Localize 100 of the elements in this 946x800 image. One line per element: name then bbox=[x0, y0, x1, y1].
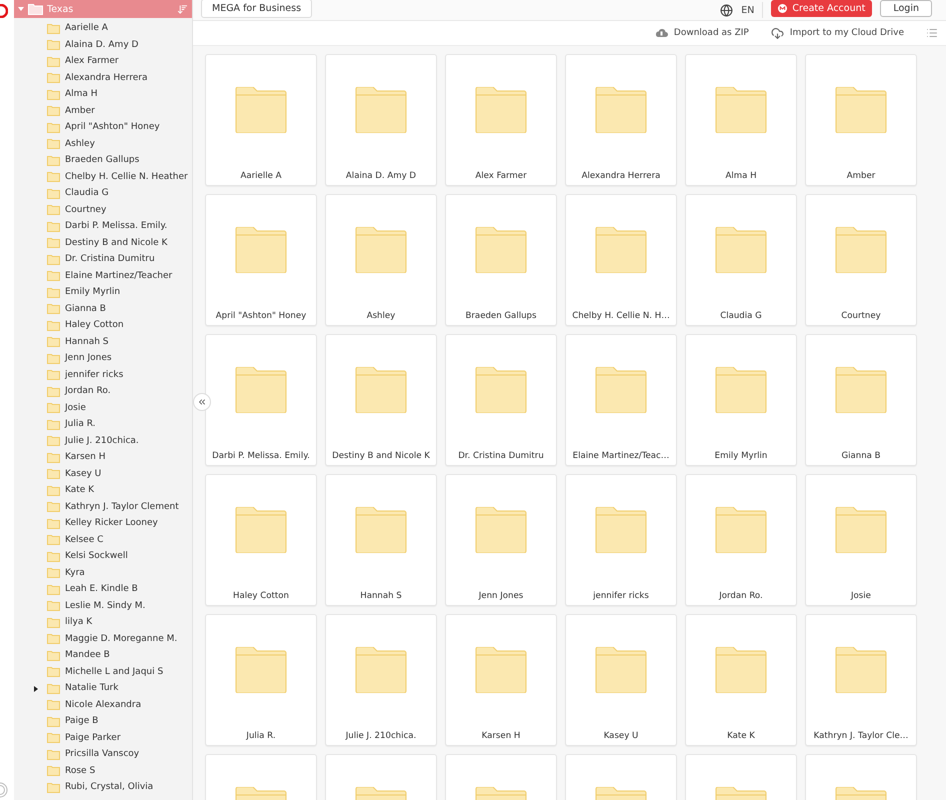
tree-item[interactable]: lilya K bbox=[14, 614, 192, 630]
tree-item[interactable]: Alex Farmer bbox=[14, 53, 192, 70]
tree-item[interactable]: Alexandra Herrera bbox=[14, 70, 192, 86]
folder-card[interactable]: Kate K bbox=[685, 614, 797, 746]
tree-item[interactable]: Paige Parker bbox=[14, 730, 192, 746]
logo-icon bbox=[778, 4, 788, 13]
tree-item[interactable]: Rubi, Crystal, Olivia bbox=[14, 779, 192, 796]
folder-card[interactable]: Kasey U bbox=[565, 614, 677, 746]
tree-item[interactable]: April "Ashton" Honey bbox=[14, 119, 192, 136]
folder-card[interactable]: Amber bbox=[805, 54, 917, 186]
tree-item[interactable]: Rose S bbox=[14, 762, 192, 779]
folder-card[interactable]: Aarielle A bbox=[205, 54, 317, 186]
tree-item[interactable]: Alaina D. Amy D bbox=[14, 36, 192, 53]
sort-icon[interactable] bbox=[177, 4, 188, 14]
tree-item[interactable]: Chelby H. Cellie N. Heather bbox=[14, 168, 192, 185]
tree-item[interactable]: Courtney bbox=[14, 202, 192, 218]
folder-card[interactable]: Jordan Ro. bbox=[685, 474, 797, 606]
tree-item[interactable]: Kathryn J. Taylor Clement bbox=[14, 498, 192, 515]
tree-item[interactable]: Leslie M. Sindy M. bbox=[14, 598, 192, 614]
tree-item[interactable]: Paige B bbox=[14, 713, 192, 730]
folder-icon bbox=[47, 39, 60, 50]
folder-card[interactable]: Julie J. 210chica. bbox=[325, 614, 437, 746]
tree-item[interactable]: Claudia G bbox=[14, 185, 192, 202]
tree-item[interactable]: Michelle L and Jaqui S bbox=[14, 664, 192, 680]
tree-item[interactable]: Kelsi Sockwell bbox=[14, 548, 192, 564]
folder-icon bbox=[595, 507, 647, 553]
tree-item[interactable]: Karsen H bbox=[14, 449, 192, 466]
folder-card[interactable]: Hannah S bbox=[325, 474, 437, 606]
folder-name: jennifer ricks bbox=[593, 591, 649, 601]
folder-card[interactable]: Dr. Cristina Dumitru bbox=[445, 334, 557, 466]
tree-item[interactable]: Kelley Ricker Looney bbox=[14, 515, 192, 532]
folder-card[interactable]: Ashley bbox=[325, 194, 437, 326]
tree-item[interactable]: Jenn Jones bbox=[14, 350, 192, 366]
tree-item[interactable]: Gianna B bbox=[14, 300, 192, 317]
folder-card[interactable]: Elaine Martinez/Teac… bbox=[565, 334, 677, 466]
tree-item[interactable]: Ashley bbox=[14, 136, 192, 152]
tree-item[interactable]: Elaine Martinez/Teacher bbox=[14, 268, 192, 284]
folder-card[interactable]: jennifer ricks bbox=[565, 474, 677, 606]
globe-icon[interactable] bbox=[720, 4, 734, 16]
folder-card[interactable]: Chelby H. Cellie N. H… bbox=[565, 194, 677, 326]
folder-card[interactable]: April "Ashton" Honey bbox=[205, 194, 317, 326]
toolbar-action[interactable]: Download as ZIP bbox=[654, 28, 749, 38]
folder-card[interactable]: Julia R. bbox=[205, 614, 317, 746]
tree-item[interactable]: Mandee B bbox=[14, 647, 192, 664]
folder-name: Gianna B bbox=[841, 451, 881, 461]
folder-icon bbox=[47, 468, 60, 480]
folder-card[interactable]: Braeden Gallups bbox=[445, 194, 557, 326]
tree-item[interactable]: Pricsilla Vanscoy bbox=[14, 746, 192, 762]
business-button[interactable]: MEGA for Business bbox=[201, 0, 312, 18]
folder-icon bbox=[355, 87, 407, 133]
folder-card[interactable]: Karsen H bbox=[445, 614, 557, 746]
tree-item[interactable]: Darbi P. Melissa. Emily. bbox=[14, 218, 192, 234]
folder-card[interactable]: Alex Farmer bbox=[445, 54, 557, 186]
expand-arrow-icon[interactable] bbox=[34, 686, 38, 692]
language-label[interactable]: EN bbox=[741, 4, 754, 16]
folder-card[interactable]: Claudia G bbox=[685, 194, 797, 326]
tree-item[interactable]: Kate K bbox=[14, 482, 192, 498]
folder-card[interactable]: Jenn Jones bbox=[445, 474, 557, 606]
tree-item[interactable]: Amber bbox=[14, 102, 192, 119]
toolbar-action[interactable]: Import to my Cloud Drive bbox=[770, 26, 904, 40]
folder-name: Jordan Ro. bbox=[719, 591, 763, 601]
tree-item[interactable]: Aarielle A bbox=[14, 20, 192, 36]
tree-item[interactable]: Emily Myrlin bbox=[14, 284, 192, 300]
folder-card[interactable]: Destiny B and Nicole K bbox=[325, 334, 437, 466]
folder-name: April "Ashton" Honey bbox=[216, 311, 306, 321]
tree-item[interactable]: Kasey U bbox=[14, 466, 192, 482]
tree-item[interactable]: Dr. Cristina Dumitru bbox=[14, 251, 192, 268]
tree-item[interactable]: Josie bbox=[14, 400, 192, 416]
tree-item[interactable]: Haley Cotton bbox=[14, 317, 192, 334]
tree-item[interactable]: jennifer ricks bbox=[14, 366, 192, 383]
folder-name: Braeden Gallups bbox=[466, 311, 536, 321]
create-account-button[interactable]: Create Account bbox=[771, 0, 872, 17]
folder-card[interactable]: Darbi P. Melissa. Emily. bbox=[205, 334, 317, 466]
folder-card[interactable]: Alma H bbox=[685, 54, 797, 186]
tree-item[interactable]: Destiny B and Nicole K bbox=[14, 234, 192, 251]
folder-icon bbox=[47, 56, 60, 67]
folder-name: Claudia G bbox=[720, 311, 762, 321]
tree-item[interactable]: Jordan Ro. bbox=[14, 383, 192, 400]
folder-card[interactable]: Kathryn J. Taylor Cle… bbox=[805, 614, 917, 746]
folder-card[interactable]: Alexandra Herrera bbox=[565, 54, 677, 186]
tree-item[interactable]: Braeden Gallups bbox=[14, 152, 192, 168]
tree-item[interactable]: Natalie Turk bbox=[14, 680, 192, 696]
folder-name: Emily Myrlin bbox=[714, 451, 768, 461]
login-button[interactable]: Login bbox=[880, 0, 932, 17]
tree-item[interactable]: Kyra bbox=[14, 564, 192, 581]
folder-card[interactable]: Courtney bbox=[805, 194, 917, 326]
folder-card[interactable]: Emily Myrlin bbox=[685, 334, 797, 466]
folder-card[interactable]: Haley Cotton bbox=[205, 474, 317, 606]
tree-item[interactable]: Nicole Alexandra bbox=[14, 696, 192, 713]
tree-item[interactable]: Julia R. bbox=[14, 416, 192, 432]
folder-card[interactable]: Gianna B bbox=[805, 334, 917, 466]
folder-icon bbox=[47, 452, 60, 463]
tree-item[interactable]: Julie J. 210chica. bbox=[14, 432, 192, 449]
tree-item[interactable]: Kelsee C bbox=[14, 532, 192, 548]
tree-item[interactable]: Maggie D. Moreganne M. bbox=[14, 630, 192, 647]
tree-item[interactable]: Alma H bbox=[14, 86, 192, 102]
tree-item[interactable]: Hannah S bbox=[14, 334, 192, 350]
folder-card[interactable]: Josie bbox=[805, 474, 917, 606]
tree-item[interactable]: Leah E. Kindle B bbox=[14, 581, 192, 598]
folder-card[interactable]: Alaina D. Amy D bbox=[325, 54, 437, 186]
